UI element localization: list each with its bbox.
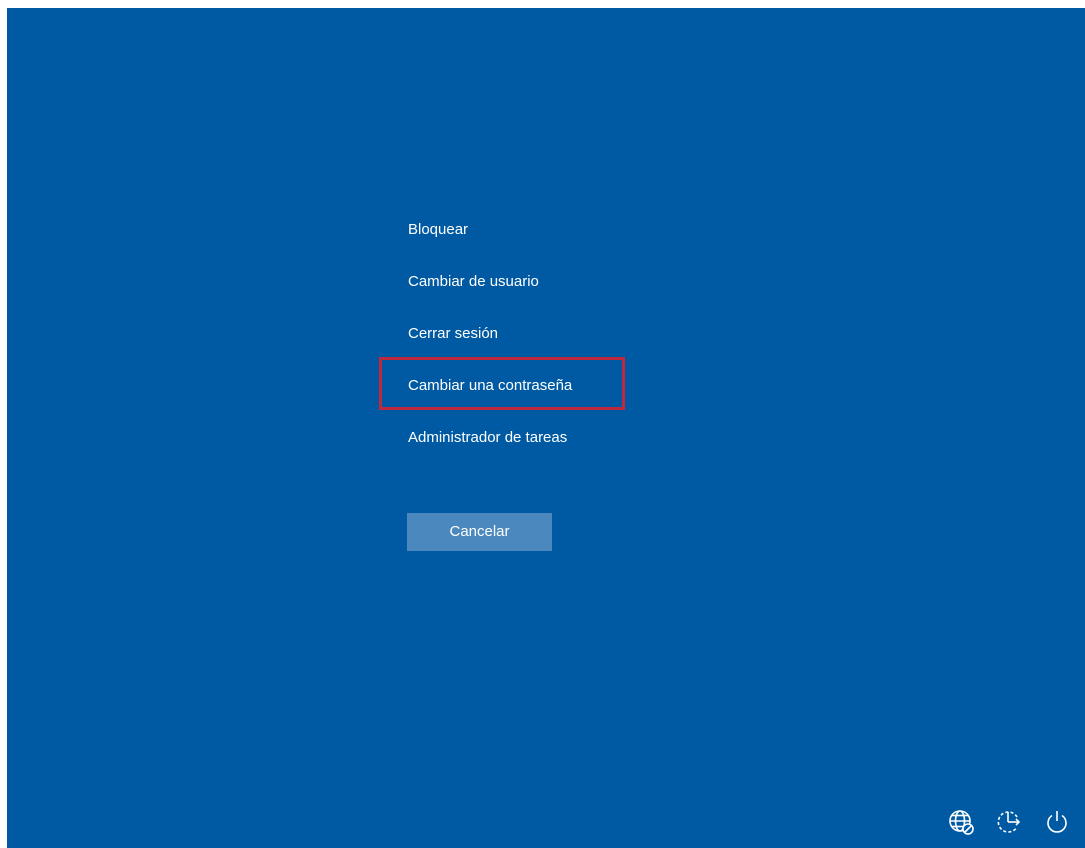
options-menu: Bloquear Cambiar de usuario Cerrar sesió… xyxy=(407,212,667,472)
cancel-button[interactable]: Cancelar xyxy=(407,513,552,551)
network-icon xyxy=(949,810,974,835)
secure-attention-screen: Bloquear Cambiar de usuario Cerrar sesió… xyxy=(7,8,1085,848)
accessibility-icon xyxy=(997,811,1021,833)
menu-item-change-password[interactable]: Cambiar una contraseña xyxy=(407,368,667,420)
menu-item-label: Cerrar sesión xyxy=(408,325,499,342)
menu-item-label: Bloquear xyxy=(408,221,469,238)
menu-item-task-manager[interactable]: Administrador de tareas xyxy=(407,420,667,472)
menu-item-label: Cambiar una contraseña xyxy=(408,377,573,394)
menu-item-lock[interactable]: Bloquear xyxy=(407,212,667,264)
power-button[interactable] xyxy=(1039,804,1075,840)
bottom-right-tray xyxy=(943,804,1075,840)
accessibility-button[interactable] xyxy=(991,804,1027,840)
network-button[interactable] xyxy=(943,804,979,840)
menu-item-switch-user[interactable]: Cambiar de usuario xyxy=(407,264,667,316)
power-icon xyxy=(1047,811,1067,833)
menu-item-label: Cambiar de usuario xyxy=(408,273,539,290)
menu-item-sign-out[interactable]: Cerrar sesión xyxy=(407,316,667,368)
menu-item-label: Administrador de tareas xyxy=(408,429,568,446)
